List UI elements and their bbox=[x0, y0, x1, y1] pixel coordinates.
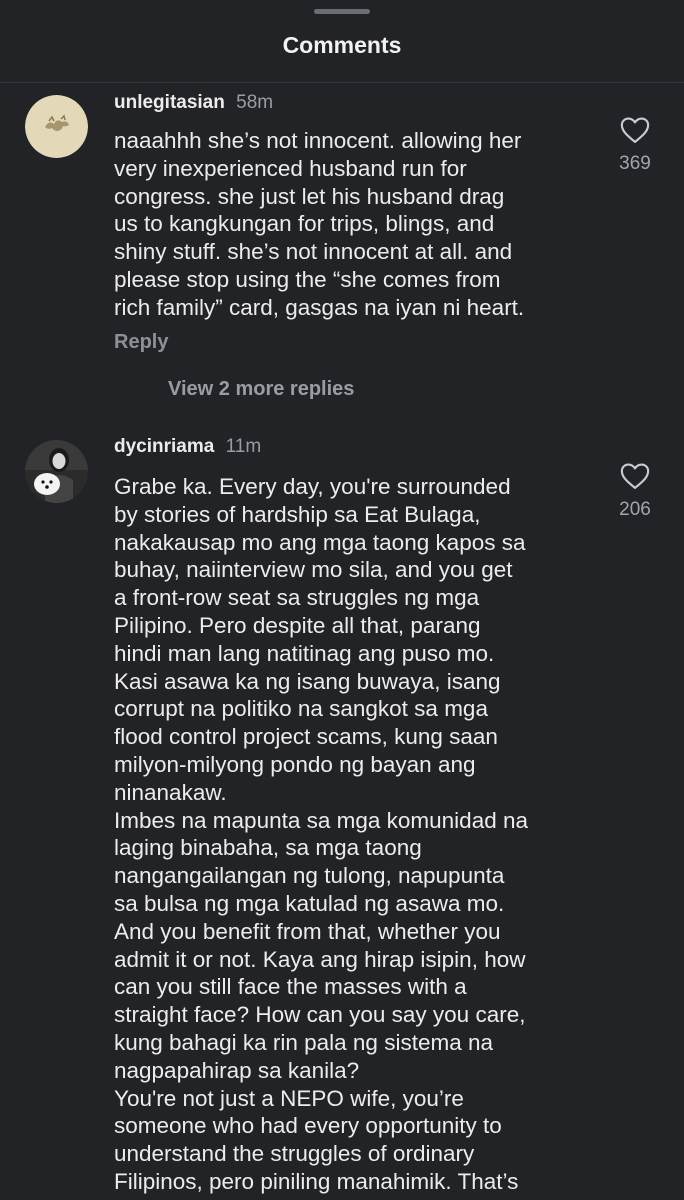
avatar[interactable] bbox=[25, 95, 88, 158]
comment-text-line: ninanakaw. bbox=[114, 779, 227, 805]
comment-text-line: Filipinos, pero piniling manahimik. That… bbox=[114, 1168, 519, 1194]
comment-text-line: someone who had every opportunity to bbox=[114, 1113, 502, 1139]
comment-text-line: Grabe ka. Every day, you're surrounded bbox=[114, 474, 511, 499]
comment-text-line: laging binabaha, sa mga taong bbox=[114, 835, 422, 861]
comment-text-line: sa bulsa ng mga katulad ng asawa mo. bbox=[114, 890, 505, 916]
reply-button[interactable]: Reply bbox=[114, 331, 168, 354]
comment-text-line: rich family” card, gasgas na iyan ni hea… bbox=[114, 294, 525, 320]
comment-text-line: admit it or not. Kaya ang hirap isipin, … bbox=[114, 946, 526, 972]
avatar[interactable] bbox=[25, 440, 88, 503]
comment-text-line: And you benefit from that, whether you bbox=[114, 918, 501, 944]
comment-text-line: can you still face the masses with a bbox=[114, 974, 467, 1000]
avatar-image bbox=[25, 95, 88, 158]
comment-text-line: understand the struggles of ordinary bbox=[114, 1141, 475, 1167]
comment-text-line: nangangailangan ng tulong, napupunta bbox=[114, 863, 505, 889]
avatar-image bbox=[25, 440, 88, 503]
comments-sheet: Comments unlegitasian 58m naaahhh she’s … bbox=[0, 0, 684, 1200]
comment-text-line: You're not just a NEPO wife, you’re bbox=[114, 1085, 464, 1111]
comment-text-line: flood control project scams, kung saan bbox=[114, 724, 498, 750]
comment-text-line: us to kangkungan for trips, blings, and bbox=[114, 211, 495, 237]
like-control: 206 bbox=[600, 462, 670, 521]
comment-text-line: hindi man lang natitinag ang puso mo. bbox=[114, 640, 495, 666]
view-more-replies-button[interactable]: View 2 more replies bbox=[168, 378, 354, 401]
header-divider bbox=[0, 82, 684, 83]
comment-time: 11m bbox=[225, 436, 262, 457]
comment-text-line: very inexperienced husband run for bbox=[114, 155, 467, 181]
sheet-title: Comments bbox=[282, 32, 402, 58]
like-count: 369 bbox=[619, 153, 651, 174]
comment-text-line: please stop using the “she comes from bbox=[114, 266, 501, 292]
comment-text: Grabe ka. Every day, you're surrounded b… bbox=[114, 473, 594, 1196]
comment-text-line: a front-row seat sa struggles ng mga bbox=[114, 585, 480, 611]
comment-text-line: kung bahagi ka rin pala ng sistema na bbox=[114, 1029, 493, 1055]
like-control: 369 bbox=[600, 116, 670, 175]
comment-time: 58m bbox=[236, 92, 274, 113]
comment-text-line: shiny stuff. she’s not innocent at all. … bbox=[114, 239, 513, 265]
heart-outline-icon[interactable] bbox=[620, 462, 650, 490]
drag-handle[interactable] bbox=[314, 9, 370, 14]
comment-username[interactable]: dycinriama bbox=[114, 436, 214, 457]
comment-text-line: straight face? How can you say you care, bbox=[114, 1002, 526, 1028]
comment-text-line: naaahhh she’s not innocent. allowing her bbox=[114, 128, 522, 153]
comment-text-line: buhay, naiinterview mo sila, and you get bbox=[114, 557, 513, 583]
comment-text-line: Imbes na mapunta sa mga komunidad na bbox=[114, 807, 528, 833]
heart-outline-icon[interactable] bbox=[620, 116, 650, 144]
like-count: 206 bbox=[619, 499, 651, 520]
comment-text-line: congress. she just let his husband drag bbox=[114, 183, 505, 209]
comment-text-line: milyon-milyong pondo ng bayan ang bbox=[114, 751, 476, 777]
comment-text-line: by stories of hardship sa Eat Bulaga, bbox=[114, 501, 481, 527]
comment-text-line: nagpapahirap sa kanila? bbox=[114, 1057, 360, 1083]
comment-text-line: Pilipino. Pero despite all that, parang bbox=[114, 612, 481, 638]
comment-username[interactable]: unlegitasian bbox=[114, 92, 225, 113]
comment-text-line: nakakausap mo ang mga taong kapos sa bbox=[114, 529, 526, 555]
comment-text-line: corrupt na politiko na sangkot sa mga bbox=[114, 696, 488, 722]
comment-text: naaahhh she’s not innocent. allowing her… bbox=[114, 127, 594, 322]
comment-text-line: Kasi asawa ka ng isang buwaya, isang bbox=[114, 668, 501, 694]
